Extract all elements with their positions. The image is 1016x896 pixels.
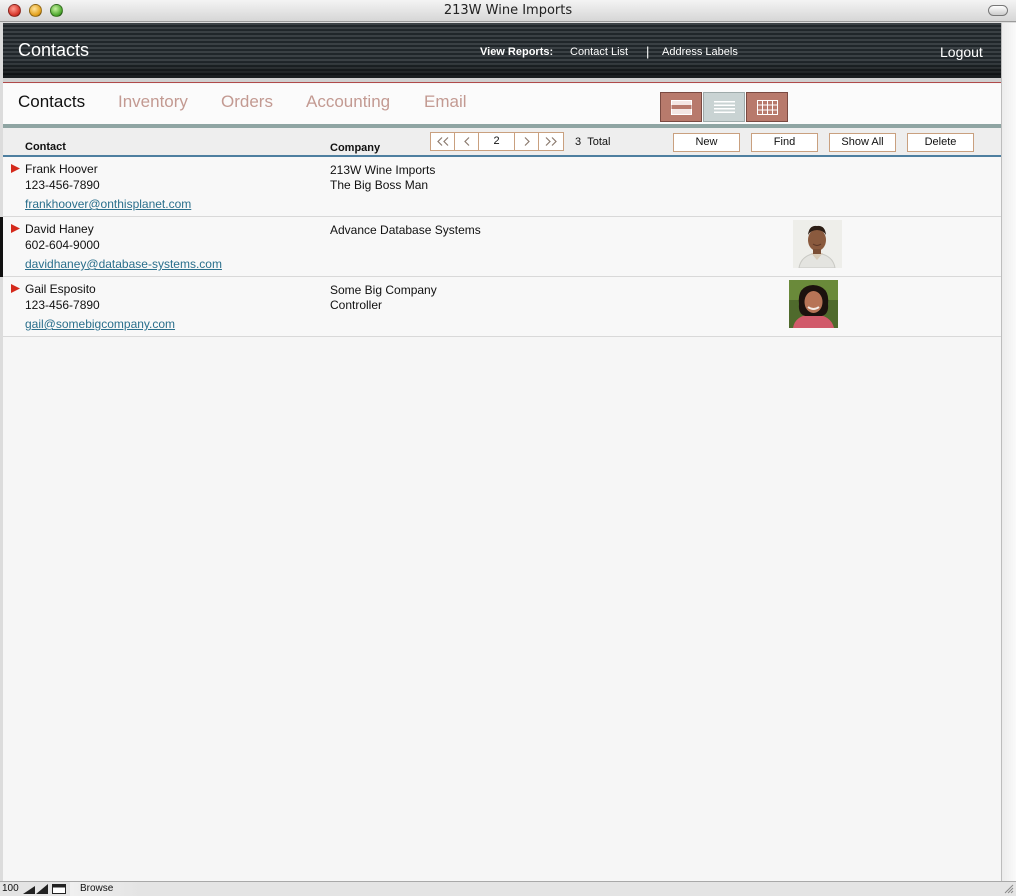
double-chevron-left-icon bbox=[436, 137, 448, 146]
list-item[interactable]: David Haney 602-604-9000 davidhaney@data… bbox=[0, 217, 1001, 277]
page-title: Contacts bbox=[18, 40, 90, 60]
window-right-edge bbox=[1001, 23, 1016, 881]
tab-contacts[interactable]: Contacts bbox=[18, 92, 85, 112]
contact-title: The Big Boss Man bbox=[330, 178, 429, 192]
first-record-button[interactable] bbox=[431, 133, 455, 150]
contact-photo bbox=[793, 220, 842, 268]
report-separator: | bbox=[646, 44, 650, 59]
company-column-header: Company bbox=[330, 142, 381, 154]
delete-button[interactable]: Delete bbox=[907, 133, 974, 152]
contact-company: 213W Wine Imports bbox=[330, 163, 436, 177]
previous-record-button[interactable] bbox=[455, 133, 479, 150]
contact-photo bbox=[789, 280, 838, 328]
show-all-button[interactable]: Show All bbox=[829, 133, 896, 152]
contact-name: David Haney bbox=[25, 222, 94, 236]
header-divider bbox=[3, 78, 1001, 83]
toolbar-toggle-button[interactable] bbox=[988, 5, 1008, 16]
contact-company: Some Big Company bbox=[330, 283, 437, 297]
go-to-record-arrow-icon[interactable] bbox=[11, 284, 20, 293]
form-view-button[interactable] bbox=[660, 92, 702, 122]
record-total: 3 Total bbox=[575, 136, 611, 148]
contact-title: Controller bbox=[330, 298, 383, 312]
contact-name: Gail Esposito bbox=[25, 282, 96, 296]
find-button[interactable]: Find bbox=[751, 133, 818, 152]
layout-content: Contacts View Reports: Contact List | Ad… bbox=[0, 23, 1001, 881]
new-button[interactable]: New bbox=[673, 133, 740, 152]
window-title: 213W Wine Imports bbox=[443, 3, 573, 18]
list-view-icon bbox=[714, 101, 735, 113]
table-view-icon bbox=[757, 100, 778, 115]
double-chevron-right-icon bbox=[545, 137, 557, 146]
chevron-right-icon bbox=[524, 137, 530, 146]
last-record-button[interactable] bbox=[539, 133, 563, 150]
contact-list: Frank Hoover 123-456-7890 frankhoover@on… bbox=[0, 157, 1001, 337]
contact-phone: 602-604-9000 bbox=[25, 238, 100, 252]
contact-column-header: Contact bbox=[25, 141, 66, 153]
logout-button[interactable]: Logout bbox=[940, 44, 983, 60]
contact-phone: 123-456-7890 bbox=[25, 298, 100, 312]
chevron-left-icon bbox=[463, 137, 469, 146]
tab-accounting[interactable]: Accounting bbox=[306, 92, 390, 112]
module-tabs: Contacts Inventory Orders Accounting Ema… bbox=[3, 84, 1001, 124]
contact-email-link[interactable]: davidhaney@database-systems.com bbox=[25, 257, 222, 271]
go-to-record-arrow-icon[interactable] bbox=[11, 224, 20, 233]
contact-email-link[interactable]: frankhoover@onthisplanet.com bbox=[25, 197, 191, 211]
contact-list-report-link[interactable]: Contact List bbox=[570, 46, 628, 58]
list-header: Contact Company 2 3 Total New Find Show … bbox=[3, 128, 1001, 157]
app-header: Contacts View Reports: Contact List | Ad… bbox=[3, 23, 1001, 78]
go-to-record-arrow-icon[interactable] bbox=[11, 164, 20, 173]
zoom-level[interactable]: 100 bbox=[2, 883, 19, 894]
tab-orders[interactable]: Orders bbox=[221, 92, 273, 112]
total-label: Total bbox=[587, 136, 611, 148]
status-bar: 100 Browse bbox=[0, 881, 1016, 896]
record-pager: 2 bbox=[430, 132, 564, 151]
contact-email-link[interactable]: gail@somebigcompany.com bbox=[25, 317, 175, 331]
list-item[interactable]: Frank Hoover 123-456-7890 frankhoover@on… bbox=[3, 157, 1001, 217]
form-view-icon bbox=[671, 100, 692, 115]
contact-company: Advance Database Systems bbox=[330, 223, 481, 237]
total-count: 3 bbox=[575, 136, 582, 148]
contact-phone: 123-456-7890 bbox=[25, 178, 100, 192]
list-view-button[interactable] bbox=[703, 92, 745, 122]
table-view-button[interactable] bbox=[746, 92, 788, 122]
window-titlebar: 213W Wine Imports bbox=[0, 0, 1016, 22]
next-record-button[interactable] bbox=[515, 133, 539, 150]
resize-grip-icon[interactable] bbox=[1003, 883, 1014, 894]
address-labels-report-link[interactable]: Address Labels bbox=[662, 46, 738, 58]
zoom-in-icon[interactable] bbox=[36, 884, 48, 894]
zoom-out-icon[interactable] bbox=[23, 884, 35, 894]
tab-email[interactable]: Email bbox=[424, 92, 467, 112]
mode-indicator[interactable]: Browse bbox=[70, 882, 140, 896]
status-toolbar-toggle-icon[interactable] bbox=[52, 884, 66, 894]
record-number-field[interactable]: 2 bbox=[479, 133, 515, 150]
contact-name: Frank Hoover bbox=[25, 162, 98, 176]
tab-inventory[interactable]: Inventory bbox=[118, 92, 188, 112]
list-item[interactable]: Gail Esposito 123-456-7890 gail@somebigc… bbox=[3, 277, 1001, 337]
view-reports-label: View Reports: bbox=[480, 46, 554, 58]
